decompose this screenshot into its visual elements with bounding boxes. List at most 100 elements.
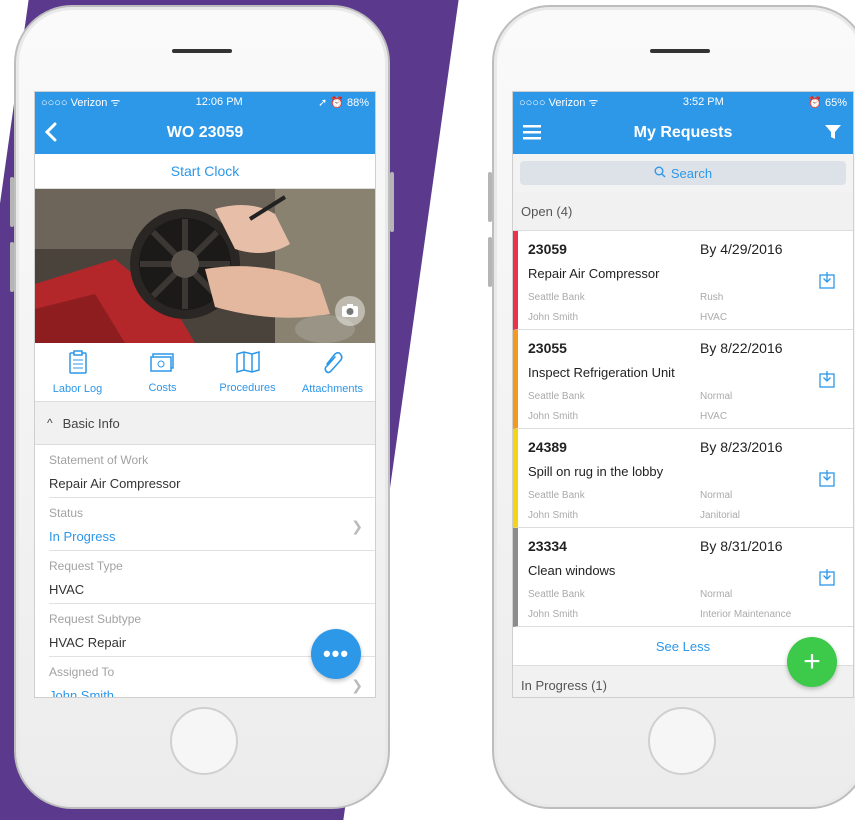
battery-label: ➚ ⏰ 88% bbox=[317, 96, 369, 109]
field-value: Repair Air Compressor bbox=[49, 476, 181, 491]
request-title: Spill on rug in the lobby bbox=[528, 464, 664, 479]
download-icon[interactable] bbox=[819, 271, 835, 294]
tab-label: Costs bbox=[148, 381, 177, 394]
back-icon[interactable] bbox=[44, 122, 57, 147]
page-title: My Requests bbox=[633, 124, 733, 141]
request-assignee: John Smith bbox=[528, 609, 579, 620]
hamburger-menu-icon[interactable] bbox=[523, 124, 541, 145]
field-label: Request Subtype bbox=[49, 612, 142, 626]
add-request-button[interactable]: + bbox=[787, 637, 837, 687]
filter-icon[interactable] bbox=[825, 124, 841, 145]
section-title: Basic Info bbox=[62, 415, 120, 431]
speaker bbox=[172, 49, 232, 53]
field-value: In Progress bbox=[49, 529, 116, 544]
request-id: 23055 bbox=[528, 340, 567, 356]
speaker bbox=[650, 49, 710, 53]
request-priority: Normal bbox=[700, 490, 733, 501]
field-label: Statement of Work bbox=[49, 453, 149, 467]
request-priority: Normal bbox=[700, 589, 733, 600]
volume-up-button bbox=[488, 172, 492, 222]
request-assignee: John Smith bbox=[528, 312, 579, 323]
tab-label: Attachments bbox=[301, 382, 364, 395]
open-group-header[interactable]: Open (4) bbox=[513, 192, 853, 231]
work-order-photo[interactable] bbox=[35, 189, 375, 343]
plus-icon: + bbox=[803, 645, 821, 678]
field-status[interactable]: Status In Progress ❯ bbox=[49, 498, 375, 551]
request-due-date: By 4/29/2016 bbox=[700, 241, 783, 257]
request-title: Inspect Refrigeration Unit bbox=[528, 365, 675, 380]
search-placeholder: Search bbox=[670, 165, 713, 181]
chevron-right-icon: ❯ bbox=[351, 677, 363, 693]
tab-label: Labor Log bbox=[52, 382, 103, 395]
nav-bar: My Requests bbox=[513, 112, 853, 154]
tab-attachments[interactable]: Attachments bbox=[290, 343, 375, 401]
request-row[interactable]: 23059 By 4/29/2016 Repair Air Compressor… bbox=[513, 231, 853, 330]
request-id: 24389 bbox=[528, 439, 567, 455]
power-button bbox=[390, 172, 394, 232]
search-input[interactable]: Search bbox=[520, 161, 846, 185]
status-bar: ○○○○ Verizon ᯤ 3:52 PM ⏰ 65% bbox=[513, 92, 853, 112]
tab-labor-log[interactable]: Labor Log bbox=[35, 343, 120, 401]
request-id: 23059 bbox=[528, 241, 567, 257]
request-site: Seattle Bank bbox=[528, 490, 585, 501]
request-trade: HVAC bbox=[700, 312, 728, 323]
money-icon bbox=[149, 351, 176, 382]
request-row[interactable]: 23055 By 8/22/2016 Inspect Refrigeration… bbox=[513, 330, 853, 429]
page-title: WO 23059 bbox=[166, 124, 244, 141]
group-title: In Progress (1) bbox=[521, 677, 607, 693]
caret-up-icon: ^ bbox=[47, 416, 53, 430]
start-clock-button[interactable]: Start Clock bbox=[35, 154, 375, 189]
request-row[interactable]: 23334 By 8/31/2016 Clean windows Seattle… bbox=[513, 528, 853, 627]
clock-label: 3:52 PM bbox=[682, 96, 724, 108]
request-priority: Rush bbox=[700, 292, 724, 303]
carrier-label: ○○○○ Verizon ᯤ bbox=[41, 96, 121, 109]
request-priority: Normal bbox=[700, 391, 733, 402]
more-icon: ••• bbox=[322, 641, 350, 666]
battery-label: ⏰ 65% bbox=[808, 96, 847, 109]
request-site: Seattle Bank bbox=[528, 391, 585, 402]
request-site: Seattle Bank bbox=[528, 589, 585, 600]
nav-bar: WO 23059 bbox=[35, 112, 375, 154]
field-request-type: Request Type HVAC bbox=[49, 551, 375, 604]
carrier-label: ○○○○ Verizon ᯤ bbox=[519, 96, 599, 109]
field-label: Request Type bbox=[49, 559, 123, 573]
phone-right: ○○○○ Verizon ᯤ 3:52 PM ⏰ 65% My Requests… bbox=[488, 5, 855, 809]
tab-label: Procedures bbox=[219, 381, 276, 394]
field-value: John Smith bbox=[49, 688, 115, 698]
tab-costs[interactable]: Costs bbox=[120, 343, 205, 401]
more-actions-button[interactable]: ••• bbox=[311, 629, 361, 679]
phone-left: ○○○○ Verizon ᯤ 12:06 PM ➚ ⏰ 88% WO 23059… bbox=[10, 5, 394, 809]
request-trade: Janitorial bbox=[700, 510, 741, 521]
download-icon[interactable] bbox=[819, 469, 835, 492]
map-icon bbox=[235, 350, 261, 382]
request-title: Clean windows bbox=[528, 563, 616, 578]
field-value: HVAC Repair bbox=[49, 635, 127, 650]
clock-label: 12:06 PM bbox=[195, 96, 243, 108]
request-due-date: By 8/23/2016 bbox=[700, 439, 783, 455]
clipboard-icon bbox=[68, 349, 88, 383]
download-icon[interactable] bbox=[819, 568, 835, 591]
work-order-screen: ○○○○ Verizon ᯤ 12:06 PM ➚ ⏰ 88% WO 23059… bbox=[34, 91, 376, 698]
request-assignee: John Smith bbox=[528, 411, 579, 422]
field-label: Status bbox=[49, 506, 84, 520]
camera-icon[interactable] bbox=[335, 296, 365, 331]
tab-procedures[interactable]: Procedures bbox=[205, 343, 290, 401]
field-value: HVAC bbox=[49, 582, 85, 597]
request-due-date: By 8/22/2016 bbox=[700, 340, 783, 356]
field-statement-of-work: Statement of Work Repair Air Compressor bbox=[49, 445, 375, 498]
search-icon bbox=[654, 166, 666, 181]
request-trade: HVAC bbox=[700, 411, 728, 422]
home-button bbox=[170, 707, 238, 775]
download-icon[interactable] bbox=[819, 370, 835, 393]
request-assignee: John Smith bbox=[528, 510, 579, 521]
work-order-tabs: Labor Log Costs Procedures Attachments bbox=[35, 343, 375, 402]
basic-info-header[interactable]: ^ Basic Info bbox=[35, 402, 375, 445]
volume-down-button bbox=[488, 237, 492, 287]
request-row[interactable]: 24389 By 8/23/2016 Spill on rug in the l… bbox=[513, 429, 853, 528]
start-clock-label: Start Clock bbox=[170, 163, 240, 179]
paperclip-icon bbox=[321, 350, 345, 383]
search-bar: Search bbox=[513, 154, 853, 192]
request-trade: Interior Maintenance bbox=[700, 609, 792, 620]
field-label: Assigned To bbox=[49, 665, 115, 679]
request-site: Seattle Bank bbox=[528, 292, 585, 303]
